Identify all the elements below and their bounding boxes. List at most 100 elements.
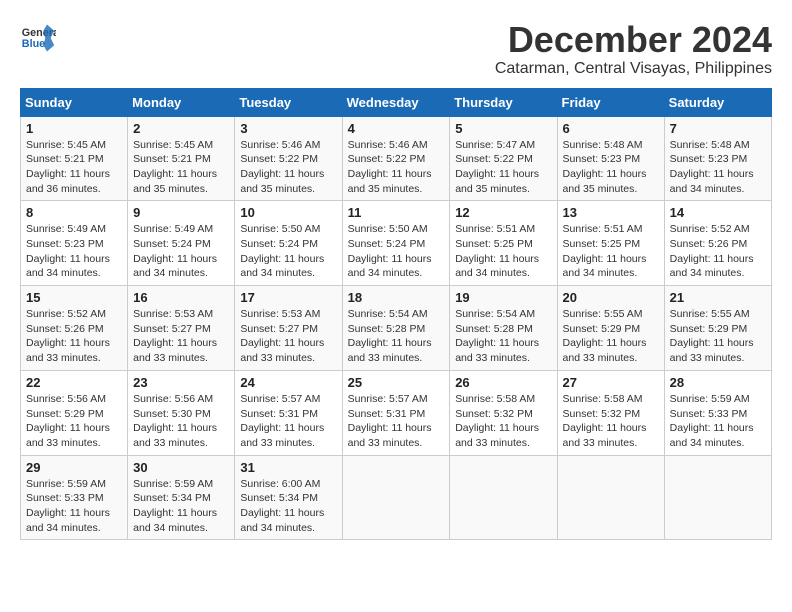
logo-icon: General Blue [20,20,56,56]
day-info: Sunrise: 5:57 AMSunset: 5:31 PMDaylight:… [348,392,445,451]
day-info: Sunrise: 5:51 AMSunset: 5:25 PMDaylight:… [455,222,551,281]
calendar-week-row: 29 Sunrise: 5:59 AMSunset: 5:33 PMDayligh… [21,455,772,540]
day-info: Sunrise: 5:57 AMSunset: 5:31 PMDaylight:… [240,392,336,451]
day-number: 19 [455,290,551,305]
empty-cell [664,455,771,540]
day-cell: 4 Sunrise: 5:46 AMSunset: 5:22 PMDaylight… [342,116,450,201]
day-info: Sunrise: 5:54 AMSunset: 5:28 PMDaylight:… [348,307,445,366]
month-title: December 2024 [495,20,772,60]
calendar-week-row: 15 Sunrise: 5:52 AMSunset: 5:26 PMDayligh… [21,286,772,371]
day-cell: 25 Sunrise: 5:57 AMSunset: 5:31 PMDayligh… [342,370,450,455]
day-cell: 1Sunrise: 5:45 AMSunset: 5:21 PMDaylight… [21,116,128,201]
day-cell: 10 Sunrise: 5:50 AMSunset: 5:24 PMDayligh… [235,201,342,286]
day-cell: 9Sunrise: 5:49 AMSunset: 5:24 PMDaylight… [128,201,235,286]
day-cell: 5 Sunrise: 5:47 AMSunset: 5:22 PMDaylight… [450,116,557,201]
day-cell: 29 Sunrise: 5:59 AMSunset: 5:33 PMDayligh… [21,455,128,540]
day-number: 8 [26,205,122,220]
day-cell: 12 Sunrise: 5:51 AMSunset: 5:25 PMDayligh… [450,201,557,286]
day-cell: 16 Sunrise: 5:53 AMSunset: 5:27 PMDayligh… [128,286,235,371]
page-header: General Blue December 2024 Catarman, Cen… [20,20,772,78]
day-info: Sunrise: 5:46 AMSunset: 5:22 PMDaylight:… [240,138,336,197]
day-number: 21 [670,290,766,305]
day-number: 2 [133,121,229,136]
day-number: 24 [240,375,336,390]
day-number: 7 [670,121,766,136]
day-number: 11 [348,205,445,220]
header-monday: Monday [128,88,235,116]
empty-cell [342,455,450,540]
day-info: Sunrise: 5:53 AMSunset: 5:27 PMDaylight:… [133,307,229,366]
day-info: Sunrise: 5:50 AMSunset: 5:24 PMDaylight:… [240,222,336,281]
day-cell: 30Sunrise: 5:59 AMSunset: 5:34 PMDayligh… [128,455,235,540]
day-number: 9 [133,205,229,220]
location-title: Catarman, Central Visayas, Philippines [495,60,772,78]
day-info: Sunrise: 6:00 AMSunset: 5:34 PMDaylight:… [240,477,336,536]
day-cell: 26 Sunrise: 5:58 AMSunset: 5:32 PMDayligh… [450,370,557,455]
day-number: 30 [133,460,229,475]
header-saturday: Saturday [664,88,771,116]
day-cell: 14Sunrise: 5:52 AMSunset: 5:26 PMDayligh… [664,201,771,286]
day-number: 12 [455,205,551,220]
day-info: Sunrise: 5:45 AMSunset: 5:21 PMDaylight:… [26,138,122,197]
weekday-header-row: Sunday Monday Tuesday Wednesday Thursday… [21,88,772,116]
day-cell: 28Sunrise: 5:59 AMSunset: 5:33 PMDayligh… [664,370,771,455]
header-wednesday: Wednesday [342,88,450,116]
day-number: 14 [670,205,766,220]
header-tuesday: Tuesday [235,88,342,116]
day-number: 6 [563,121,659,136]
day-number: 31 [240,460,336,475]
day-info: Sunrise: 5:45 AMSunset: 5:21 PMDaylight:… [133,138,229,197]
logo: General Blue [20,20,56,56]
header-thursday: Thursday [450,88,557,116]
calendar-week-row: 1Sunrise: 5:45 AMSunset: 5:21 PMDaylight… [21,116,772,201]
day-info: Sunrise: 5:52 AMSunset: 5:26 PMDaylight:… [26,307,122,366]
day-cell: 31 Sunrise: 6:00 AMSunset: 5:34 PMDayligh… [235,455,342,540]
day-info: Sunrise: 5:48 AMSunset: 5:23 PMDaylight:… [670,138,766,197]
day-cell: 7 Sunrise: 5:48 AMSunset: 5:23 PMDaylight… [664,116,771,201]
day-number: 16 [133,290,229,305]
day-number: 28 [670,375,766,390]
day-cell: 6Sunrise: 5:48 AMSunset: 5:23 PMDaylight… [557,116,664,201]
day-cell: 19 Sunrise: 5:54 AMSunset: 5:28 PMDayligh… [450,286,557,371]
empty-cell [557,455,664,540]
day-info: Sunrise: 5:56 AMSunset: 5:29 PMDaylight:… [26,392,122,451]
day-info: Sunrise: 5:50 AMSunset: 5:24 PMDaylight:… [348,222,445,281]
day-number: 4 [348,121,445,136]
day-info: Sunrise: 5:51 AMSunset: 5:25 PMDaylight:… [563,222,659,281]
day-cell: 27Sunrise: 5:58 AMSunset: 5:32 PMDayligh… [557,370,664,455]
day-info: Sunrise: 5:54 AMSunset: 5:28 PMDaylight:… [455,307,551,366]
day-info: Sunrise: 5:58 AMSunset: 5:32 PMDaylight:… [563,392,659,451]
day-number: 20 [563,290,659,305]
day-info: Sunrise: 5:59 AMSunset: 5:33 PMDaylight:… [26,477,122,536]
day-cell: 23Sunrise: 5:56 AMSunset: 5:30 PMDayligh… [128,370,235,455]
calendar-week-row: 22 Sunrise: 5:56 AMSunset: 5:29 PMDayligh… [21,370,772,455]
day-number: 13 [563,205,659,220]
svg-text:Blue: Blue [22,38,45,50]
day-info: Sunrise: 5:46 AMSunset: 5:22 PMDaylight:… [348,138,445,197]
day-cell: 17 Sunrise: 5:53 AMSunset: 5:27 PMDayligh… [235,286,342,371]
day-number: 22 [26,375,122,390]
day-cell: 3Sunrise: 5:46 AMSunset: 5:22 PMDaylight… [235,116,342,201]
day-number: 29 [26,460,122,475]
day-cell: 15 Sunrise: 5:52 AMSunset: 5:26 PMDayligh… [21,286,128,371]
day-number: 10 [240,205,336,220]
title-block: December 2024 Catarman, Central Visayas,… [495,20,772,78]
day-cell: 24 Sunrise: 5:57 AMSunset: 5:31 PMDayligh… [235,370,342,455]
day-info: Sunrise: 5:58 AMSunset: 5:32 PMDaylight:… [455,392,551,451]
day-number: 26 [455,375,551,390]
day-cell: 21Sunrise: 5:55 AMSunset: 5:29 PMDayligh… [664,286,771,371]
day-info: Sunrise: 5:47 AMSunset: 5:22 PMDaylight:… [455,138,551,197]
day-info: Sunrise: 5:56 AMSunset: 5:30 PMDaylight:… [133,392,229,451]
day-number: 15 [26,290,122,305]
day-info: Sunrise: 5:53 AMSunset: 5:27 PMDaylight:… [240,307,336,366]
day-cell: 13 Sunrise: 5:51 AMSunset: 5:25 PMDayligh… [557,201,664,286]
day-cell: 18 Sunrise: 5:54 AMSunset: 5:28 PMDayligh… [342,286,450,371]
day-cell: 2 Sunrise: 5:45 AMSunset: 5:21 PMDaylight… [128,116,235,201]
day-cell: 8Sunrise: 5:49 AMSunset: 5:23 PMDaylight… [21,201,128,286]
day-number: 17 [240,290,336,305]
day-number: 25 [348,375,445,390]
day-number: 18 [348,290,445,305]
day-number: 5 [455,121,551,136]
day-cell: 11 Sunrise: 5:50 AMSunset: 5:24 PMDayligh… [342,201,450,286]
header-sunday: Sunday [21,88,128,116]
